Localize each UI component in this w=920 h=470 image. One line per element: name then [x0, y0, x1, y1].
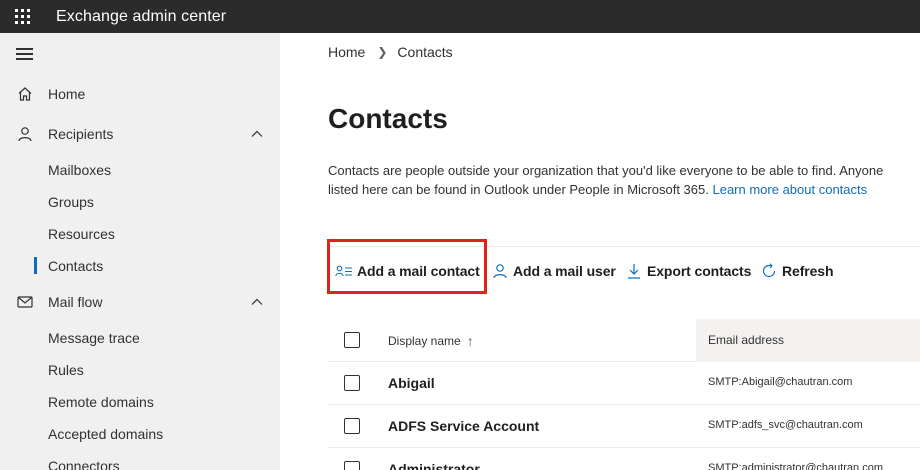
table-row[interactable]: Administrator SMTP:administrator@chautra… — [328, 448, 920, 470]
main-content: Home ❯ Contacts Contacts Contacts are pe… — [280, 33, 920, 470]
column-header-email-address[interactable]: Email address — [708, 333, 784, 347]
sidebar-item-recipients[interactable]: Recipients — [0, 118, 280, 150]
sidebar-item-contacts[interactable]: Contacts — [0, 250, 280, 282]
sidebar: Home Recipients Mailboxes Groups Resourc… — [0, 33, 280, 470]
sidebar-item-connectors[interactable]: Connectors — [0, 450, 280, 470]
mail-icon — [16, 293, 34, 311]
row-email: SMTP:Abigail@chautran.com — [708, 376, 853, 388]
page-title: Contacts — [328, 103, 448, 134]
table-row[interactable]: ADFS Service Account SMTP:adfs_svc@chaut… — [328, 405, 920, 448]
sidebar-item-resources[interactable]: Resources — [0, 218, 280, 250]
row-display-name[interactable]: Abigail — [388, 375, 435, 391]
download-icon — [625, 262, 643, 280]
sidebar-item-accepted-domains[interactable]: Accepted domains — [0, 418, 280, 450]
sidebar-item-message-trace[interactable]: Message trace — [0, 322, 280, 354]
column-header-display-name[interactable]: Display name ↑ — [388, 333, 474, 349]
breadcrumb-current: Contacts — [397, 44, 453, 60]
sidebar-item-home[interactable]: Home — [0, 78, 280, 110]
row-checkbox[interactable] — [344, 461, 360, 470]
row-email: SMTP:administrator@chautran.com — [708, 462, 884, 470]
home-icon — [16, 85, 34, 103]
highlight-box — [327, 239, 487, 294]
row-checkbox[interactable] — [344, 418, 360, 434]
app-title: Exchange admin center — [56, 7, 227, 25]
sort-ascending-icon: ↑ — [466, 333, 474, 349]
refresh-button[interactable]: Refresh — [760, 259, 834, 283]
chevron-right-icon: ❯ — [377, 45, 388, 59]
refresh-icon — [760, 262, 778, 280]
export-contacts-button[interactable]: Export contacts — [625, 259, 751, 283]
row-display-name[interactable]: ADFS Service Account — [388, 418, 539, 434]
sidebar-item-mailboxes[interactable]: Mailboxes — [0, 154, 280, 186]
hamburger-menu-icon[interactable] — [16, 48, 33, 63]
add-mail-user-button[interactable]: Add a mail user — [491, 259, 616, 283]
row-display-name[interactable]: Administrator — [388, 461, 480, 470]
select-all-checkbox[interactable] — [344, 332, 360, 348]
sidebar-item-remote-domains[interactable]: Remote domains — [0, 386, 280, 418]
row-email: SMTP:adfs_svc@chautran.com — [708, 419, 863, 431]
page-description: Contacts are people outside your organiz… — [328, 163, 884, 197]
sidebar-item-rules[interactable]: Rules — [0, 354, 280, 386]
top-bar: Exchange admin center — [0, 0, 920, 33]
table-header: Display name ↑ Email address — [328, 319, 920, 362]
breadcrumb-home-link[interactable]: Home — [328, 44, 365, 60]
person-icon — [491, 262, 509, 280]
chevron-up-icon[interactable] — [250, 127, 264, 141]
sidebar-item-groups[interactable]: Groups — [0, 186, 280, 218]
breadcrumb: Home ❯ Contacts — [328, 44, 453, 60]
app-launcher-icon[interactable] — [0, 0, 44, 33]
row-checkbox[interactable] — [344, 375, 360, 391]
chevron-up-icon[interactable] — [250, 295, 264, 309]
learn-more-link[interactable]: Learn more about contacts — [712, 182, 867, 197]
table-row[interactable]: Abigail SMTP:Abigail@chautran.com — [328, 362, 920, 405]
sidebar-item-mail-flow[interactable]: Mail flow — [0, 286, 280, 318]
person-icon — [16, 125, 34, 143]
